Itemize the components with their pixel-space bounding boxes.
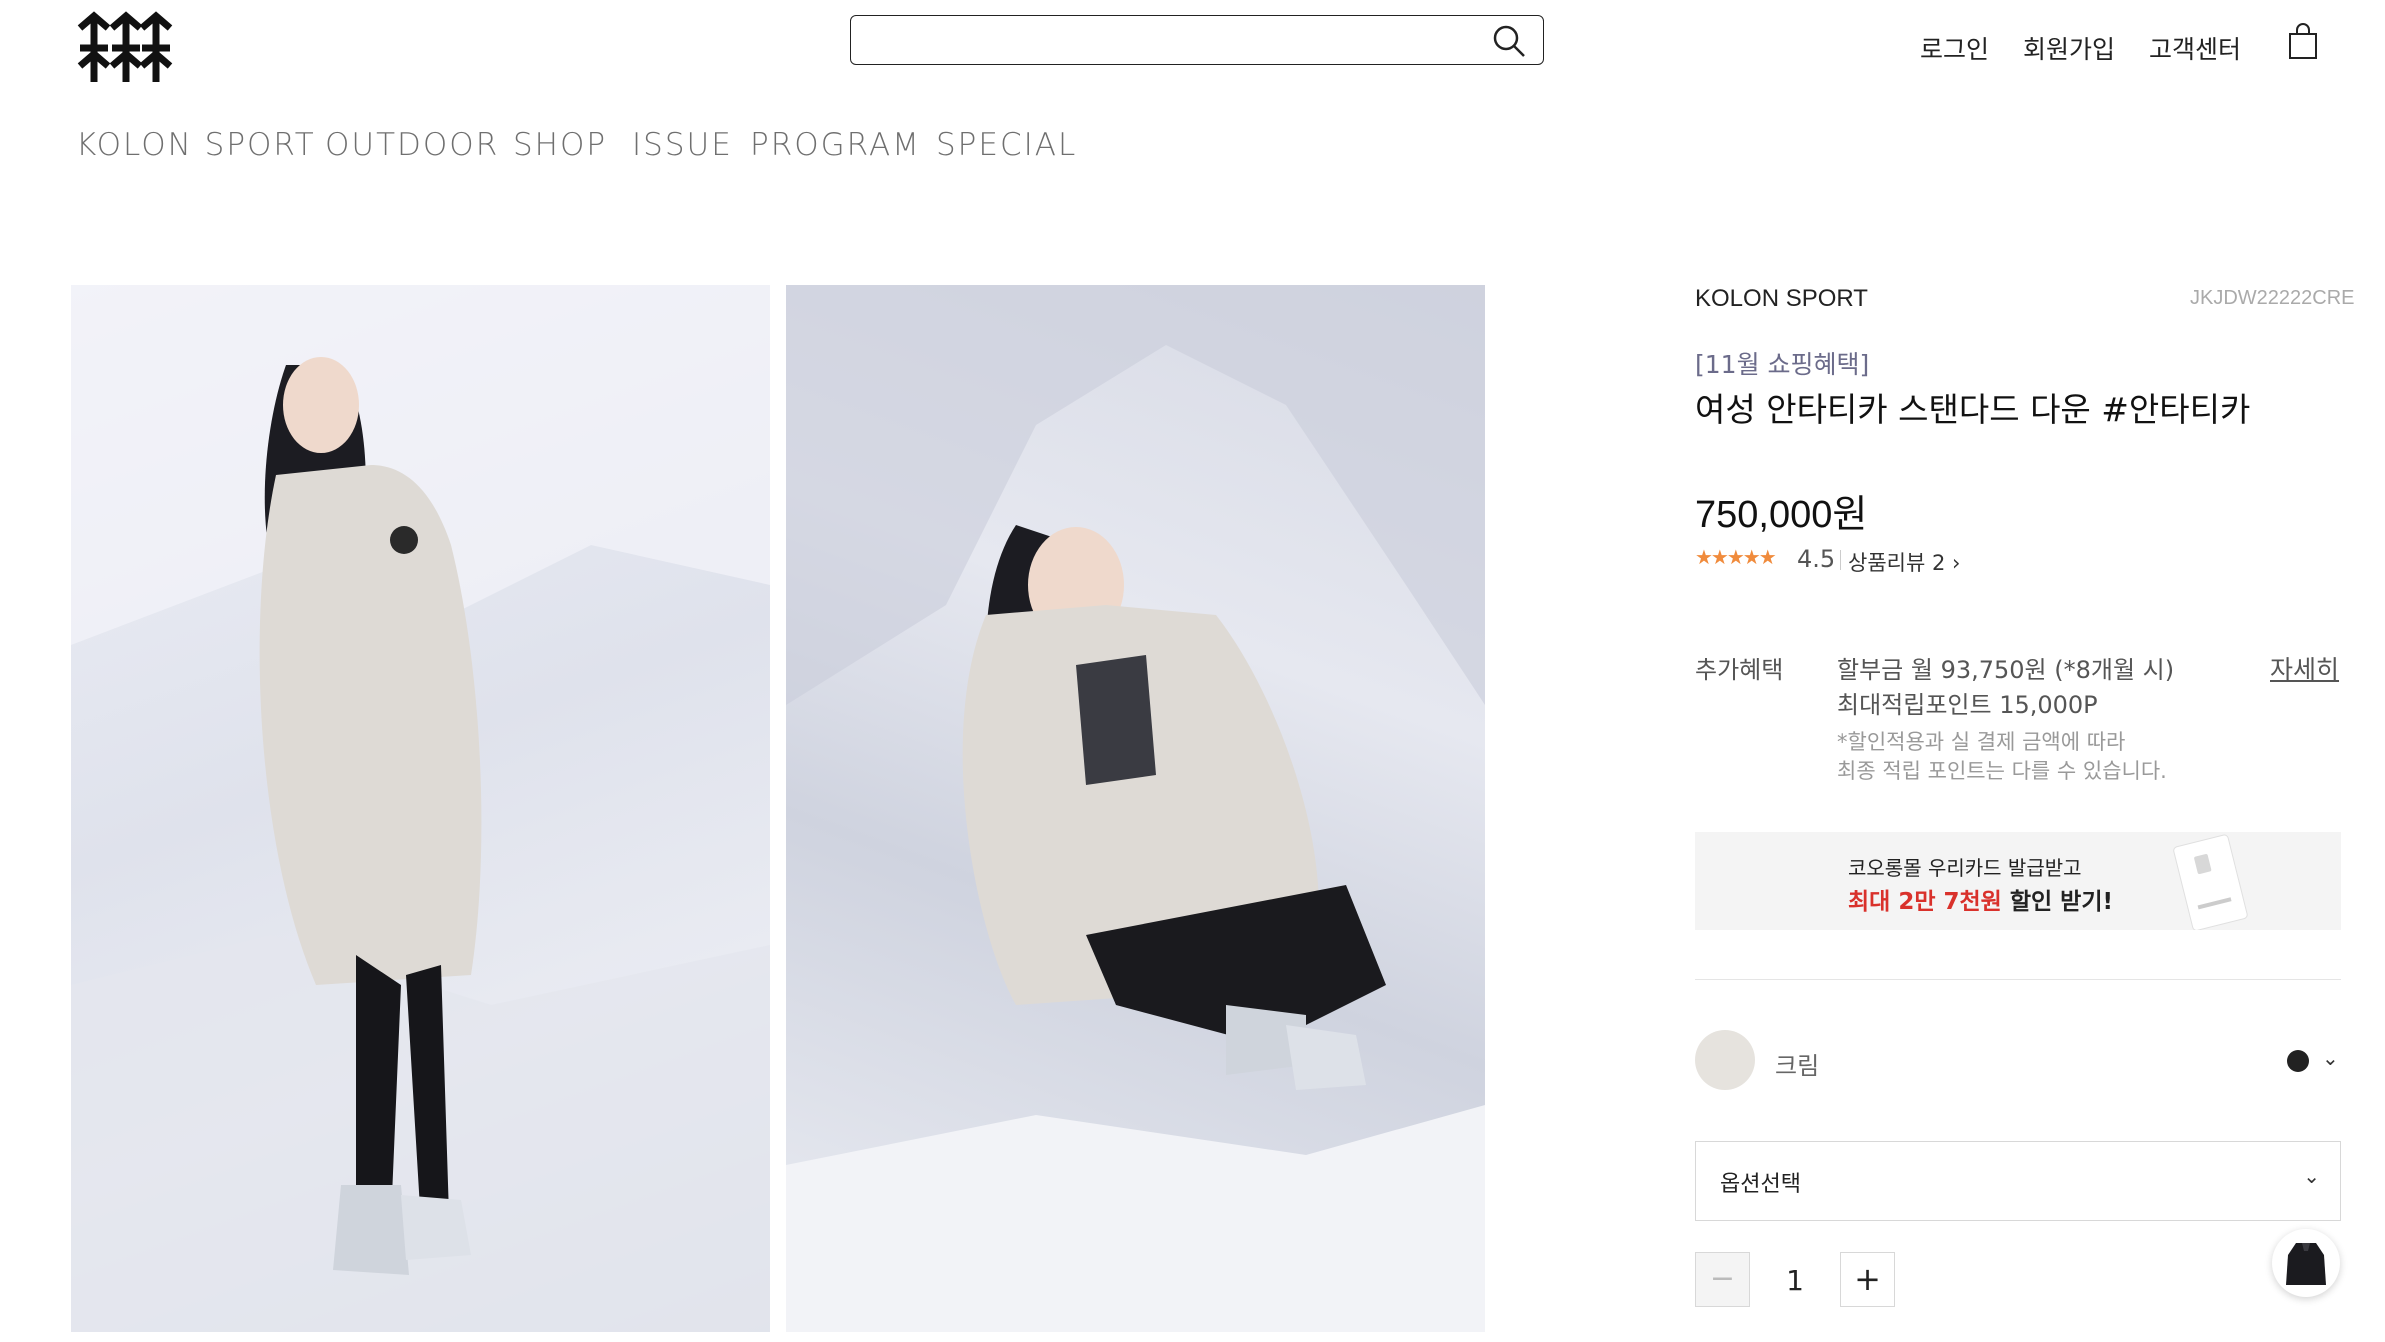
option-select-label: 옵션선택: [1720, 1172, 1801, 1197]
option-select[interactable]: 옵션선택 ⌄: [1695, 1141, 2341, 1221]
review-link[interactable]: 상품리뷰 2 ›: [1848, 547, 1960, 577]
color-swatch-cream[interactable]: [1695, 1030, 1755, 1090]
product-image-2[interactable]: [786, 285, 1485, 1332]
product-title: 여성 안타티카 스탠다드 다운 #안타티카: [1695, 390, 2251, 429]
detail-link[interactable]: 자세히: [2270, 650, 2339, 686]
promo-tag: [11월 쇼핑혜택]: [1695, 350, 1870, 379]
brand-name[interactable]: KOLON SPORT: [1695, 285, 1868, 313]
banner-line-2-rest: 할인 받기!: [2001, 889, 2113, 915]
model-standing-illustration: [71, 285, 770, 1332]
quantity-value: 1: [1786, 1264, 1804, 1297]
banner-line-2: 최대 2만 7천원 할인 받기!: [1848, 882, 2113, 916]
chevron-down-icon: ⌄: [2303, 1164, 2320, 1188]
points-note-2: 최종 적립 포인트는 다를 수 있습니다.: [1837, 759, 2167, 783]
color-dot[interactable]: [2287, 1050, 2309, 1072]
signup-link[interactable]: 회원가입: [2023, 30, 2115, 66]
gnb-item-special[interactable]: SPECIAL: [936, 127, 1077, 163]
gnb-item-kolon-sport[interactable]: KOLON SPORT: [76, 127, 316, 163]
installment-text: 할부금 월 93,750원 (*8개월 시): [1837, 656, 2175, 684]
chevron-right-icon: ›: [1952, 551, 1961, 575]
credit-card-icon: [2173, 834, 2248, 930]
color-name: 크림: [1775, 1052, 1820, 1080]
jacket-thumbnail-icon: [2286, 1243, 2326, 1285]
quantity-decrease-button[interactable]: −: [1695, 1252, 1750, 1307]
gnb-item-outdoor[interactable]: OUTDOOR: [325, 127, 499, 163]
quantity-increase-button[interactable]: +: [1840, 1252, 1895, 1307]
points-note-1: *할인적용과 실 결제 금액에 따라: [1837, 730, 2126, 754]
section-divider: [1695, 979, 2341, 980]
review-label: 상품리뷰 2: [1848, 551, 1946, 575]
rating-value: 4.5: [1797, 545, 1836, 573]
product-price: 750,000원: [1695, 494, 1868, 536]
gnb-item-program[interactable]: PROGRAM: [750, 127, 921, 163]
customer-center-link[interactable]: 고객센터: [2149, 30, 2241, 66]
chevron-down-icon[interactable]: ⌄: [2322, 1046, 2339, 1070]
product-image-1[interactable]: [71, 285, 770, 1332]
points-text: 최대적립포인트 15,000P: [1837, 691, 2098, 719]
search-input[interactable]: [850, 15, 1544, 65]
login-link[interactable]: 로그인: [1920, 30, 1989, 66]
rating-divider: [1840, 550, 1841, 570]
floating-recent-product-button[interactable]: [2272, 1229, 2340, 1297]
banner-line-1: 코오롱몰 우리카드 발급받고: [1848, 856, 2082, 880]
kolon-sport-logo-icon[interactable]: [74, 8, 174, 90]
product-code: JKJDW22222CRE: [2190, 287, 2355, 309]
shopping-bag-icon[interactable]: [2288, 22, 2318, 60]
gnb-item-issue[interactable]: ISSUE: [632, 127, 733, 163]
banner-discount: 최대 2만 7천원: [1848, 889, 2002, 915]
gnb-item-shop[interactable]: SHOP: [513, 127, 607, 163]
model-crouching-illustration: [786, 285, 1485, 1332]
search-icon[interactable]: [1491, 23, 1527, 59]
rating-stars: ★★★★★: [1695, 545, 1777, 569]
benefit-label: 추가혜택: [1695, 656, 1784, 684]
